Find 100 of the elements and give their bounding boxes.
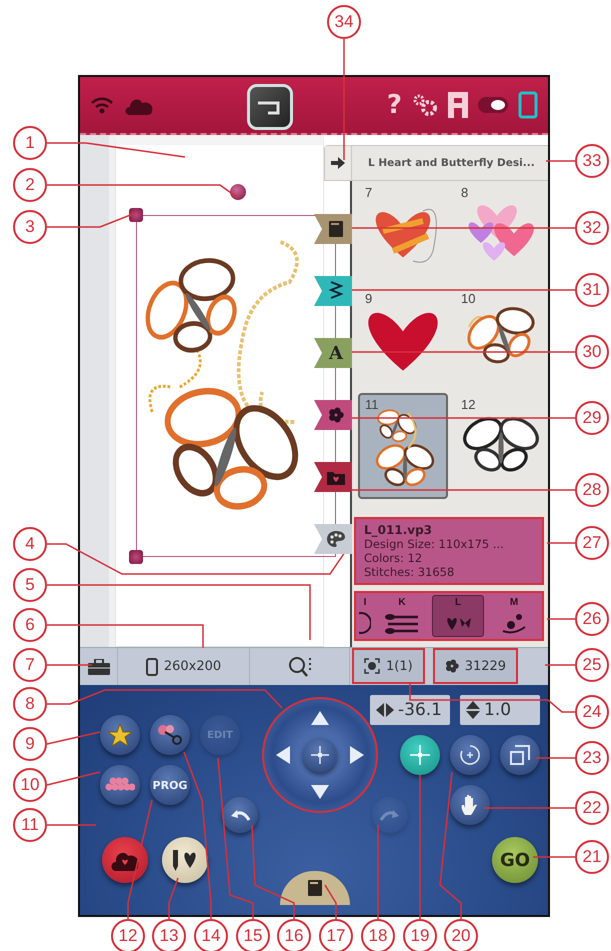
mode-button[interactable] bbox=[400, 735, 440, 775]
cutlery-icon bbox=[384, 613, 420, 635]
leader-line bbox=[547, 542, 575, 544]
design-collection-title: L Heart and Butterfly Desi... bbox=[368, 157, 535, 169]
design-info-line: Stitches: 31658 bbox=[364, 565, 456, 579]
callout-number: 11 bbox=[13, 808, 47, 842]
callout-number: 14 bbox=[194, 919, 228, 951]
undo-arrow-icon bbox=[229, 808, 251, 822]
redo-arrow-icon bbox=[379, 808, 401, 822]
callout-number: 1 bbox=[13, 126, 47, 160]
mode-button[interactable] bbox=[450, 785, 490, 825]
rotate-icon bbox=[458, 743, 482, 767]
callout-number: 17 bbox=[319, 919, 353, 951]
vertical-arrows-icon bbox=[466, 701, 480, 719]
leader-line bbox=[546, 160, 575, 162]
design-number: 7 bbox=[365, 185, 372, 200]
heart-cloud-button[interactable] bbox=[102, 837, 148, 883]
undo-button[interactable] bbox=[222, 797, 258, 833]
mode-button[interactable] bbox=[500, 735, 540, 775]
stitch-count: 31229 bbox=[432, 648, 518, 684]
help-button[interactable]: ? bbox=[386, 90, 402, 120]
toolbox-icon[interactable] bbox=[88, 658, 110, 674]
wifi-icon bbox=[90, 96, 114, 114]
x-position-field[interactable]: -36.1 bbox=[370, 695, 450, 725]
callout-number: 19 bbox=[403, 919, 437, 951]
design-thumbnail[interactable]: 12 bbox=[454, 393, 544, 499]
center-design-button[interactable] bbox=[302, 738, 337, 772]
callout-number: 28 bbox=[575, 473, 609, 507]
right-arrow-icon bbox=[350, 746, 364, 764]
callout-number: 4 bbox=[13, 527, 47, 561]
right-arrow-icon bbox=[331, 157, 345, 169]
canvas-tab[interactable] bbox=[314, 524, 352, 554]
settings-icon[interactable] bbox=[412, 93, 438, 117]
palette-icon bbox=[327, 531, 345, 547]
leader-line bbox=[47, 664, 92, 666]
category-button[interactable]: I bbox=[358, 595, 372, 637]
stitch-creator-button[interactable] bbox=[162, 837, 208, 883]
leader-line bbox=[168, 878, 179, 919]
leader-line bbox=[46, 731, 100, 745]
design-info-line: Design Size: 110x175 ... bbox=[364, 537, 505, 551]
favorites-button[interactable] bbox=[100, 715, 140, 755]
leader-line bbox=[545, 664, 575, 666]
mode-button[interactable] bbox=[450, 735, 490, 775]
move-arrows-icon bbox=[408, 743, 432, 767]
callout-number: 31 bbox=[575, 273, 609, 307]
embroidery-unit-icon[interactable] bbox=[448, 92, 468, 118]
callout-number: 33 bbox=[575, 144, 609, 178]
up-arrow-icon bbox=[310, 710, 329, 725]
callout-number: 29 bbox=[575, 401, 609, 435]
canvas-tab[interactable] bbox=[314, 214, 352, 244]
cut-design-button[interactable] bbox=[150, 715, 190, 755]
home-button[interactable] bbox=[247, 84, 294, 130]
category-button[interactable]: K bbox=[376, 595, 428, 637]
resize-frame-icon bbox=[509, 744, 531, 766]
canvas-tab[interactable] bbox=[314, 462, 352, 492]
callout-number: 9 bbox=[13, 727, 47, 761]
callout-number: 30 bbox=[575, 335, 609, 369]
design-info-line: Colors: 12 bbox=[364, 551, 424, 565]
folder-icon bbox=[329, 221, 343, 237]
zigzag-stitch-icon bbox=[329, 281, 343, 301]
heart-folder-icon bbox=[327, 470, 345, 484]
canvas-tab[interactable]: A bbox=[314, 338, 352, 368]
left-arrow-icon bbox=[276, 746, 290, 764]
resize-handle[interactable] bbox=[129, 550, 143, 564]
star-icon bbox=[108, 724, 132, 746]
selected-designs[interactable]: 1(1) bbox=[352, 648, 425, 684]
callout-number: 8 bbox=[13, 687, 47, 721]
y-position-field[interactable]: 1.0 bbox=[460, 695, 540, 725]
callout-number: 32 bbox=[575, 211, 609, 245]
design-thumbnail[interactable]: 8 bbox=[454, 181, 544, 287]
callout-number: 6 bbox=[13, 608, 47, 642]
design-thumbnail[interactable]: 7 bbox=[358, 181, 448, 287]
design-number: 8 bbox=[461, 185, 468, 200]
design-thumbnail[interactable]: 9 bbox=[358, 287, 448, 393]
design-number: 12 bbox=[461, 397, 476, 412]
callout-number: 24 bbox=[575, 695, 609, 729]
zoom-options-icon[interactable] bbox=[288, 656, 312, 678]
design-number: 11 bbox=[365, 397, 378, 412]
collapse-button[interactable] bbox=[325, 146, 352, 180]
prog-button[interactable]: PROG bbox=[150, 765, 190, 805]
tablet-icon[interactable] bbox=[518, 91, 538, 119]
canvas-tab[interactable] bbox=[314, 276, 352, 306]
category-button[interactable]: M bbox=[488, 595, 540, 637]
go-button[interactable]: GO bbox=[492, 837, 538, 883]
design-number: 10 bbox=[461, 291, 476, 306]
design-thumbnail[interactable]: 10 bbox=[454, 287, 544, 393]
flowers-scissors-icon bbox=[157, 724, 183, 746]
leader-line bbox=[46, 771, 100, 786]
leader-line bbox=[47, 824, 96, 826]
design-thumbnail[interactable]: 11 bbox=[358, 393, 448, 499]
callout-number: 16 bbox=[277, 919, 311, 951]
toggle-switch-icon[interactable] bbox=[478, 97, 508, 113]
design-shaping-button[interactable] bbox=[100, 765, 140, 805]
rotate-handle[interactable] bbox=[230, 184, 246, 200]
callout-number: 7 bbox=[13, 648, 47, 682]
callout-number: 22 bbox=[575, 791, 609, 825]
leader-line bbox=[324, 884, 337, 919]
resize-handle[interactable] bbox=[129, 208, 143, 222]
canvas-tab[interactable] bbox=[314, 400, 352, 430]
leader-line bbox=[536, 757, 575, 759]
